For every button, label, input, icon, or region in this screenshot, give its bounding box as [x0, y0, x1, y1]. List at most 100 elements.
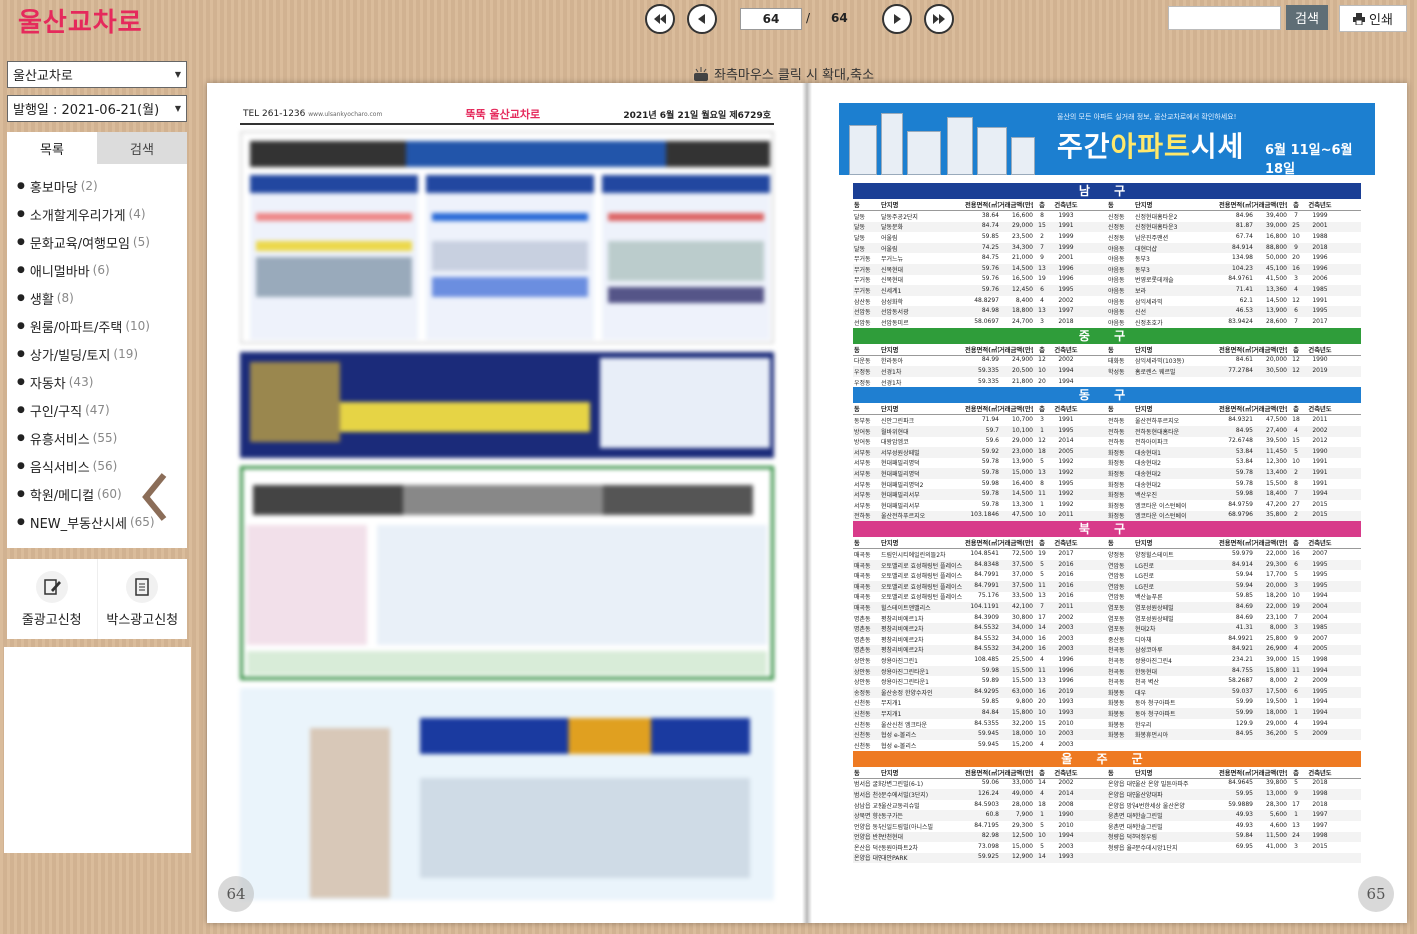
page-number-input[interactable]: 64	[740, 8, 802, 30]
category-item[interactable]: ● 자동차 (43)	[7, 368, 187, 396]
first-page-button[interactable]	[645, 4, 675, 34]
table-cell: 84.7991	[974, 571, 999, 579]
table-cell: 84.914	[1232, 243, 1253, 251]
next-page-button[interactable]	[882, 4, 912, 34]
table-cell: 중산동	[1108, 636, 1125, 644]
table-cell: 우정동	[854, 379, 871, 387]
category-item[interactable]: ● 유흥서비스 (55)	[7, 424, 187, 452]
table-cell: 1993	[1058, 853, 1074, 861]
table-cell: 16,800	[1266, 232, 1287, 240]
table-row-half: 우정동 선경1차 59.335 20,500 10 1994	[853, 367, 1107, 376]
category-item[interactable]: ● 상가/빌딩/토지 (19)	[7, 340, 187, 368]
table-cell: 온양읍 대안리	[1108, 791, 1135, 799]
table-cell: 드림인시티에일린의뜰2차	[881, 552, 946, 560]
table-row-half: 범서읍 천상리문수에서빌(3단지) 126.24 49,000 4 2014	[853, 790, 1107, 799]
table-cell: 15	[1292, 437, 1300, 445]
table-cell: 23,500	[1012, 232, 1033, 240]
table-cell: 63,000	[1012, 687, 1033, 695]
table-cell: 29,000	[1012, 222, 1033, 230]
ad-block-3[interactable]	[240, 466, 774, 680]
column-header: 층	[1039, 769, 1045, 777]
category-item[interactable]: ● 구인/구직 (47)	[7, 396, 187, 424]
table-cell: 129.9	[1235, 719, 1253, 727]
table-cell: 10	[1038, 832, 1046, 840]
table-cell: 59.9889	[1228, 800, 1253, 808]
prev-page-arrow-icon[interactable]	[140, 472, 168, 522]
table-cell: 달동주공2단지	[881, 213, 918, 221]
table-cell: 3	[1294, 275, 1298, 283]
category-item[interactable]: ● 문화교육/여행모임 (5)	[7, 228, 187, 256]
category-label: 문화교육/여행모임	[29, 236, 130, 252]
table-cell: 30,800	[1012, 613, 1033, 621]
table-cell: 84.74	[981, 222, 999, 230]
table-cell: 1988	[1312, 232, 1328, 240]
table-cell: 15,800	[1012, 708, 1033, 716]
column-header: 전용면적(㎡)	[1219, 406, 1253, 414]
table-cell: 현대패밀리명덕	[881, 471, 920, 479]
table-cell: 홈로렌스 웨르빌	[1135, 368, 1176, 376]
table-cell: 평창리비에르2차	[881, 647, 924, 655]
print-button[interactable]: 인쇄	[1339, 5, 1407, 32]
table-cell: 47,500	[1266, 416, 1287, 424]
table-cell: 71.41	[1235, 285, 1253, 293]
category-item[interactable]: ● 생활 (8)	[7, 284, 187, 312]
prev-page-button[interactable]	[687, 4, 717, 34]
table-cell: 14	[1038, 624, 1046, 632]
line-ad-request-button[interactable]: 줄광고신청	[7, 559, 98, 639]
table-cell: 15,500	[1012, 677, 1033, 685]
table-cell: 50,000	[1266, 254, 1287, 262]
tab-search[interactable]: 검색	[97, 132, 187, 164]
table-cell: 화정동	[1108, 449, 1125, 457]
table-cell: 18,000	[1012, 730, 1033, 738]
ad-block-4[interactable]	[240, 688, 774, 900]
table-cell: 매곡동	[854, 552, 871, 560]
table-cell: 명촌동	[854, 615, 871, 623]
column-header: 단지명	[881, 540, 899, 548]
bullet-icon: ●	[17, 265, 25, 275]
table-row-half: 달동 어울림 59.85 23,500 2 1999	[853, 233, 1107, 242]
table-cell: 2014	[1058, 789, 1074, 797]
table-cell: 울산양대파	[1135, 791, 1163, 799]
ad-block-1[interactable]	[240, 131, 774, 344]
table-cell: 15	[1038, 719, 1046, 727]
table-cell: 32,200	[1012, 719, 1033, 727]
print-label: 인쇄	[1369, 13, 1393, 28]
table-row-half: 태화동 삼익세라믹(103동) 84.61 20,000 12 1990	[1107, 356, 1361, 365]
table-cell: 12	[1038, 356, 1046, 364]
category-item[interactable]: ● 소개할게우리가게 (4)	[7, 200, 187, 228]
table-row-half: 청량읍 덕하리덕정우림 59.84 11,500 24 1998	[1107, 832, 1361, 841]
table-cell: 협성 e-볼리스	[881, 732, 917, 740]
site-logo[interactable]: 울산교차로	[18, 2, 143, 39]
issue-date-select[interactable]: 발행일 : 2021-06-21(월) ▼	[7, 95, 187, 122]
column-header: 동	[1108, 406, 1114, 414]
table-cell: 45,100	[1266, 264, 1287, 272]
box-ad-request-button[interactable]: 박스광고신청	[98, 559, 188, 639]
table-row-half: 무거동 무거느뉴 84.75 21,000 9 2001	[853, 254, 1107, 263]
category-item[interactable]: ● 홍보마당 (2)	[7, 172, 187, 200]
table-cell: 18,400	[1266, 490, 1287, 498]
table-cell: 달동	[854, 213, 866, 221]
category-count: (43)	[68, 375, 94, 389]
search-button[interactable]: 검색	[1286, 5, 1328, 30]
table-row: 상안동 쌍용아진그린타운1 59.98 15,500 11 1996 천곡동 한동현대 84.7…	[853, 665, 1361, 677]
table-cell: 38.64	[981, 211, 999, 219]
table-cell: 68.9796	[1228, 511, 1253, 519]
table-cell: 37,500	[1012, 560, 1033, 568]
table-cell: 82.98	[981, 832, 999, 840]
bullet-icon: ●	[17, 517, 25, 527]
column-header: 건축년도	[1054, 346, 1078, 354]
table-cell: 10	[1292, 232, 1300, 240]
table-cell: 1994	[1312, 666, 1328, 674]
table-row-half: 매곡동 오토밸리로 효성해링턴 플레이스 84.7991 37,500 11 2016	[853, 582, 1107, 591]
table-row-half: 연암동 LG진로 59.94 17,700 5 1995	[1107, 571, 1361, 580]
tab-list[interactable]: 목록	[7, 132, 97, 164]
column-header: 거래금액(만원)	[1253, 769, 1287, 777]
category-item[interactable]: ● 원룸/아파트/주택 (10)	[7, 312, 187, 340]
page-separator: /	[806, 11, 811, 25]
category-item[interactable]: ● 애니멀바바 (6)	[7, 256, 187, 284]
publication-select[interactable]: 울산교차로 ▼	[7, 61, 187, 88]
last-page-button[interactable]	[924, 4, 954, 34]
table-cell: 13,900	[1012, 458, 1033, 466]
ad-block-2[interactable]	[240, 352, 774, 458]
search-input[interactable]	[1168, 6, 1281, 30]
